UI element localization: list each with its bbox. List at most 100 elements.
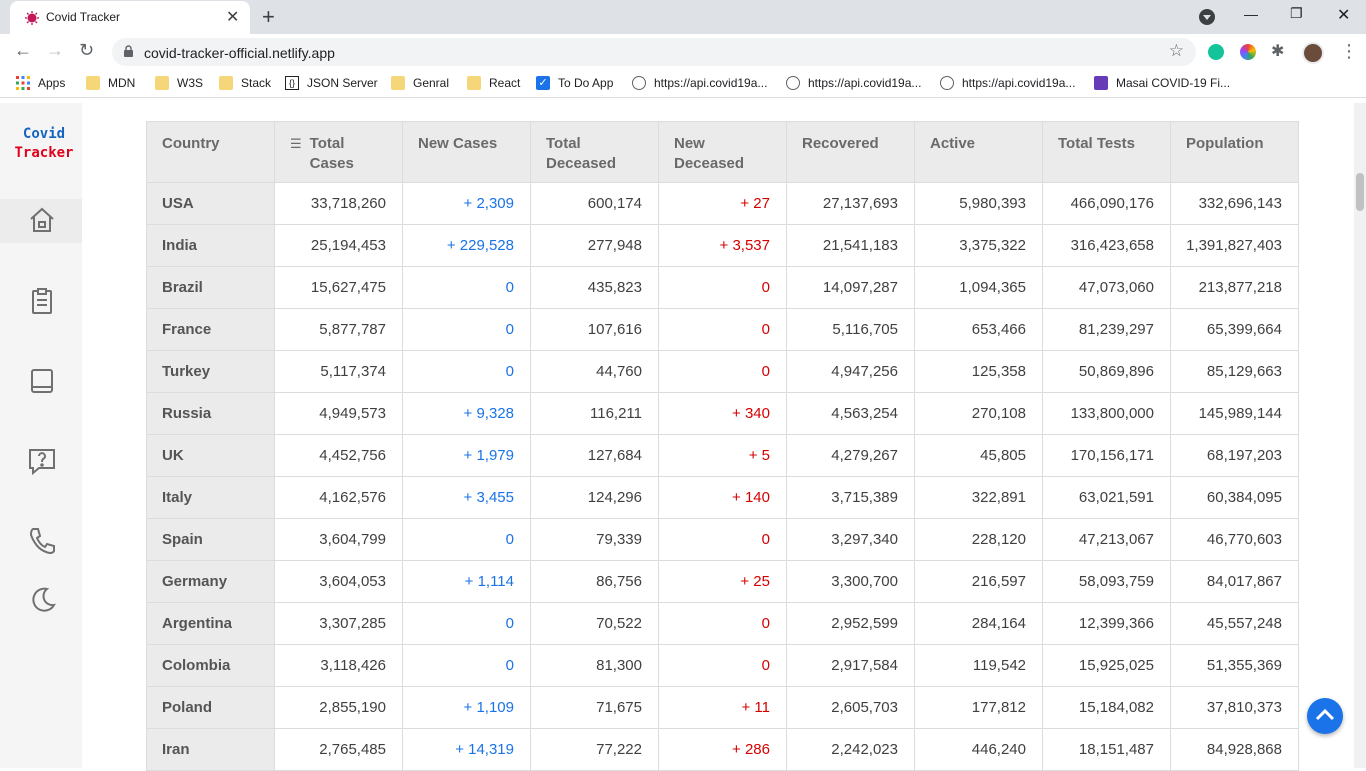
table-row[interactable]: Turkey 5,117,374 0 44,760 0 4,947,256 125,358 5… bbox=[147, 351, 1298, 392]
table-row[interactable]: France 5,877,787 0 107,616 0 5,116,705 653,466… bbox=[147, 309, 1298, 350]
new-tab-icon[interactable]: + bbox=[262, 4, 275, 30]
table-row[interactable]: Argentina 3,307,285 0 70,522 0 2,952,599 284,1… bbox=[147, 603, 1298, 644]
cell-total-tests: 15,925,025 bbox=[1043, 645, 1170, 686]
url-text: covid-tracker-official.netlify.app bbox=[144, 45, 335, 61]
cell-active: 270,108 bbox=[915, 393, 1042, 434]
cell-new-deceased: 0 bbox=[659, 603, 786, 644]
bookmark-json-server[interactable]: {} JSON Server bbox=[285, 76, 378, 90]
sort-icon[interactable]: ☰ bbox=[290, 134, 302, 174]
table-row[interactable]: Brazil 15,627,475 0 435,823 0 14,097,287 1,094… bbox=[147, 267, 1298, 308]
cell-country: Spain bbox=[147, 519, 274, 560]
bookmark-api-covid-3[interactable]: https://api.covid19a... bbox=[940, 76, 1075, 90]
forward-icon[interactable]: → bbox=[46, 40, 64, 61]
cell-active: 216,597 bbox=[915, 561, 1042, 602]
header-total-cases[interactable]: ☰ Total Cases bbox=[275, 122, 402, 182]
cell-country: Italy bbox=[147, 477, 274, 518]
profile-avatar[interactable] bbox=[1302, 42, 1324, 64]
bookmark-apps[interactable]: Apps bbox=[16, 76, 65, 90]
cell-active: 284,164 bbox=[915, 603, 1042, 644]
back-icon[interactable]: ← bbox=[14, 40, 32, 61]
browser-tab[interactable]: Covid Tracker ✕ bbox=[10, 1, 250, 34]
cell-total-tests: 63,021,591 bbox=[1043, 477, 1170, 518]
cell-total-tests: 18,151,487 bbox=[1043, 729, 1170, 770]
color-picker-extension-icon[interactable] bbox=[1240, 44, 1256, 60]
cell-population: 37,810,373 bbox=[1171, 687, 1298, 728]
table-row[interactable]: Italy 4,162,576 + 3,455 124,296 + 140 3,715,3… bbox=[147, 477, 1298, 518]
sidebar-item-dark-mode[interactable] bbox=[27, 585, 57, 615]
phone-icon bbox=[29, 528, 55, 555]
bookmark-masai-form[interactable]: Masai COVID-19 Fi... bbox=[1094, 76, 1230, 90]
close-window-icon[interactable]: ✕ bbox=[1337, 5, 1350, 25]
cell-total-cases: 2,765,485 bbox=[275, 729, 402, 770]
bookmark-stack[interactable]: Stack bbox=[219, 76, 271, 90]
folder-icon bbox=[86, 76, 100, 90]
cell-active: 1,094,365 bbox=[915, 267, 1042, 308]
table-row[interactable]: USA 33,718,260 + 2,309 600,174 + 27 27,137,69… bbox=[147, 183, 1298, 224]
bookmark-label: Masai COVID-19 Fi... bbox=[1116, 76, 1231, 90]
cell-new-deceased: + 5 bbox=[659, 435, 786, 476]
cell-population: 145,989,144 bbox=[1171, 393, 1298, 434]
bookmark-genral[interactable]: Genral bbox=[391, 76, 449, 90]
table-row[interactable]: Spain 3,604,799 0 79,339 0 3,297,340 228,120 47… bbox=[147, 519, 1298, 560]
bookmark-star-icon[interactable]: ☆ bbox=[1169, 41, 1184, 61]
apps-grid-icon bbox=[16, 76, 30, 90]
bookmark-mdn[interactable]: MDN bbox=[86, 76, 135, 90]
header-recovered[interactable]: Recovered bbox=[787, 122, 914, 182]
sidebar-item-faq[interactable] bbox=[27, 446, 57, 476]
cell-active: 3,375,322 bbox=[915, 225, 1042, 266]
header-new-deceased[interactable]: New Deceased bbox=[659, 122, 786, 182]
table-row[interactable]: Colombia 3,118,426 0 81,300 0 2,917,584 119,54… bbox=[147, 645, 1298, 686]
chevron-down-icon[interactable] bbox=[1199, 9, 1215, 25]
bookmark-todo-app[interactable]: ✓ To Do App bbox=[536, 76, 613, 90]
cell-total-tests: 316,423,658 bbox=[1043, 225, 1170, 266]
restore-icon[interactable]: ❐ bbox=[1290, 5, 1303, 22]
bookmark-react[interactable]: React bbox=[467, 76, 520, 90]
cell-new-deceased: 0 bbox=[659, 351, 786, 392]
bookmark-api-covid-1[interactable]: https://api.covid19a... bbox=[632, 76, 767, 90]
address-bar[interactable]: covid-tracker-official.netlify.app ☆ bbox=[112, 38, 1196, 66]
grammarly-extension-icon[interactable] bbox=[1208, 44, 1224, 60]
cell-total-tests: 133,800,000 bbox=[1043, 393, 1170, 434]
header-active[interactable]: Active bbox=[915, 122, 1042, 182]
sidebar-item-contact[interactable] bbox=[27, 526, 57, 556]
cell-new-cases: + 3,455 bbox=[403, 477, 530, 518]
table-row[interactable]: Iran 2,765,485 + 14,319 77,222 + 286 2,242,02… bbox=[147, 729, 1298, 770]
header-new-cases[interactable]: New Cases bbox=[403, 122, 530, 182]
cell-country: Brazil bbox=[147, 267, 274, 308]
sidebar-item-reports[interactable] bbox=[27, 286, 57, 316]
cell-total-cases: 3,307,285 bbox=[275, 603, 402, 644]
bookmark-w3s[interactable]: W3S bbox=[155, 76, 203, 90]
table-row[interactable]: UK 4,452,756 + 1,979 127,684 + 5 4,279,267 45,… bbox=[147, 435, 1298, 476]
header-total-tests[interactable]: Total Tests bbox=[1043, 122, 1170, 182]
cell-new-deceased: 0 bbox=[659, 519, 786, 560]
cell-total-cases: 4,949,573 bbox=[275, 393, 402, 434]
table-row[interactable]: Germany 3,604,053 + 1,114 86,756 + 25 3,300,7… bbox=[147, 561, 1298, 602]
table-row[interactable]: Russia 4,949,573 + 9,328 116,211 + 340 4,563,… bbox=[147, 393, 1298, 434]
scroll-to-top-button[interactable] bbox=[1307, 698, 1343, 734]
table-row[interactable]: Poland 2,855,190 + 1,109 71,675 + 11 2,605,70… bbox=[147, 687, 1298, 728]
checkbox-icon: ✓ bbox=[536, 76, 550, 90]
cell-new-deceased: + 11 bbox=[659, 687, 786, 728]
page-scrollbar[interactable] bbox=[1354, 103, 1366, 768]
tab-title: Covid Tracker bbox=[46, 10, 121, 24]
header-total-deceased[interactable]: Total Deceased bbox=[531, 122, 658, 182]
bookmark-api-covid-2[interactable]: https://api.covid19a... bbox=[786, 76, 921, 90]
scrollbar-thumb[interactable] bbox=[1356, 173, 1364, 211]
sidebar-item-guide[interactable] bbox=[27, 366, 57, 396]
cell-total-deceased: 127,684 bbox=[531, 435, 658, 476]
globe-icon bbox=[632, 76, 646, 90]
app-logo[interactable]: Covid Tracker bbox=[0, 125, 88, 163]
cell-new-cases: 0 bbox=[403, 519, 530, 560]
header-population[interactable]: Population bbox=[1171, 122, 1298, 182]
table-row[interactable]: India 25,194,453 + 229,528 277,948 + 3,537 21… bbox=[147, 225, 1298, 266]
minimize-icon[interactable]: — bbox=[1244, 6, 1258, 22]
extensions-puzzle-icon[interactable]: ✱ bbox=[1271, 41, 1284, 61]
cell-total-deceased: 116,211 bbox=[531, 393, 658, 434]
moon-icon bbox=[32, 587, 56, 612]
tab-close-icon[interactable]: ✕ bbox=[226, 7, 239, 27]
reload-icon[interactable]: ↻ bbox=[79, 40, 94, 61]
sidebar-item-home[interactable] bbox=[27, 205, 57, 235]
header-country[interactable]: Country bbox=[147, 122, 274, 182]
cell-new-cases: + 1,114 bbox=[403, 561, 530, 602]
menu-kebab-icon[interactable]: ⋮ bbox=[1340, 41, 1358, 62]
